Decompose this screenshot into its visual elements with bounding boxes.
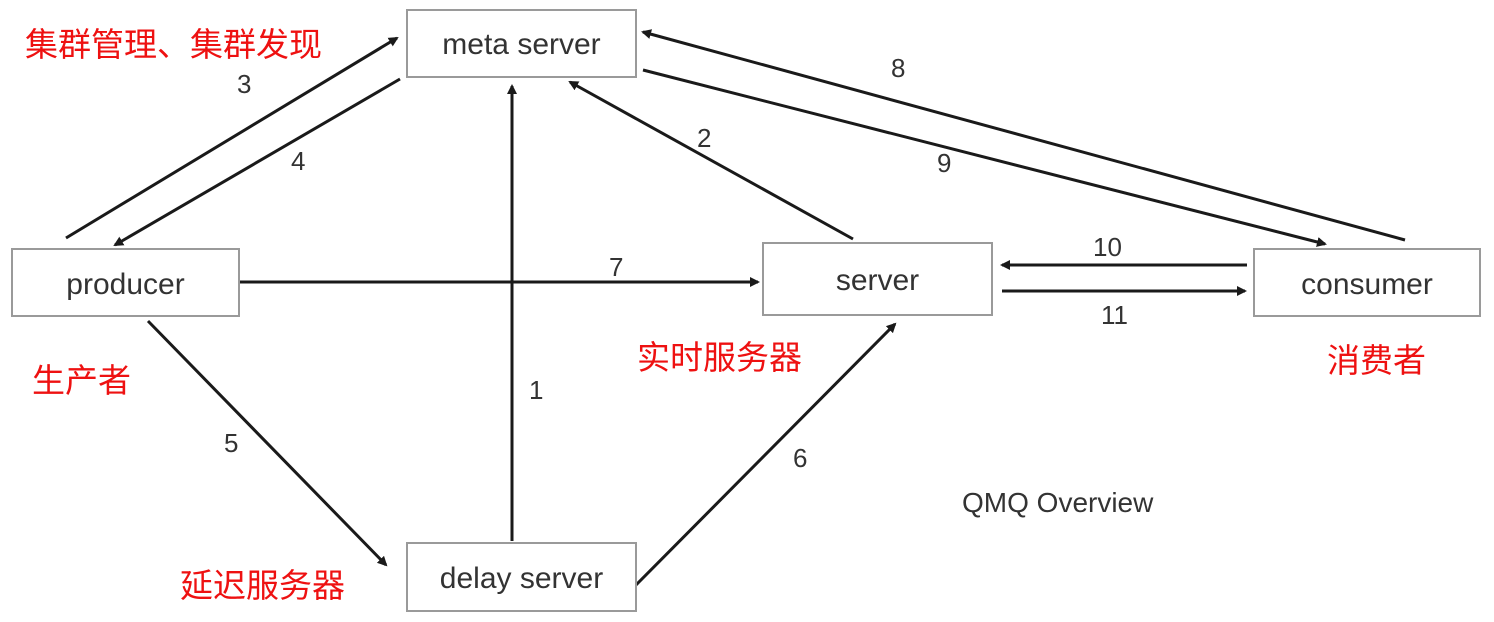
edge-2-server-to-meta [568, 80, 854, 241]
annotation-producer: 生产者 [32, 361, 131, 400]
node-delay-server-label: delay server [440, 562, 603, 595]
edge-label-4: 4 [291, 146, 305, 176]
edge-label-6: 6 [793, 443, 807, 473]
annotation-delay-server: 延迟服务器 [180, 566, 345, 605]
edge-8-consumer-to-meta [641, 29, 1406, 242]
edge-label-9: 9 [937, 148, 951, 178]
node-server-label: server [836, 264, 919, 297]
edge-label-2: 2 [697, 123, 711, 153]
node-meta-server-label: meta server [442, 28, 600, 61]
node-consumer-label: consumer [1301, 268, 1433, 301]
node-producer: producer [11, 248, 240, 317]
annotation-consumer: 消费者 [1327, 341, 1426, 380]
edge-3-producer-to-meta [65, 36, 399, 240]
annotation-server: 实时服务器 [637, 338, 802, 377]
edge-label-7: 7 [609, 252, 623, 282]
qmq-overview-diagram: 3 4 2 8 9 7 10 11 1 5 6 meta server prod… [11, 9, 1481, 612]
edge-label-11: 11 [1101, 300, 1128, 330]
edge-9-meta-to-consumer [642, 68, 1327, 247]
diagram-caption: QMQ Overview [962, 487, 1154, 518]
node-meta-server: meta server [406, 9, 637, 78]
edge-5-producer-to-delay [146, 319, 388, 567]
edge-label-5: 5 [224, 428, 238, 458]
edge-4-meta-to-producer [113, 77, 401, 247]
node-producer-label: producer [66, 268, 184, 301]
annotation-meta-server: 集群管理、集群发现 [25, 25, 322, 64]
node-consumer: consumer [1253, 248, 1481, 317]
node-delay-server: delay server [406, 542, 637, 612]
edge-label-8: 8 [891, 53, 905, 83]
node-server: server [762, 242, 993, 316]
edge-label-10: 10 [1093, 232, 1122, 262]
edge-label-3: 3 [237, 69, 251, 99]
edge-label-1: 1 [529, 375, 543, 405]
